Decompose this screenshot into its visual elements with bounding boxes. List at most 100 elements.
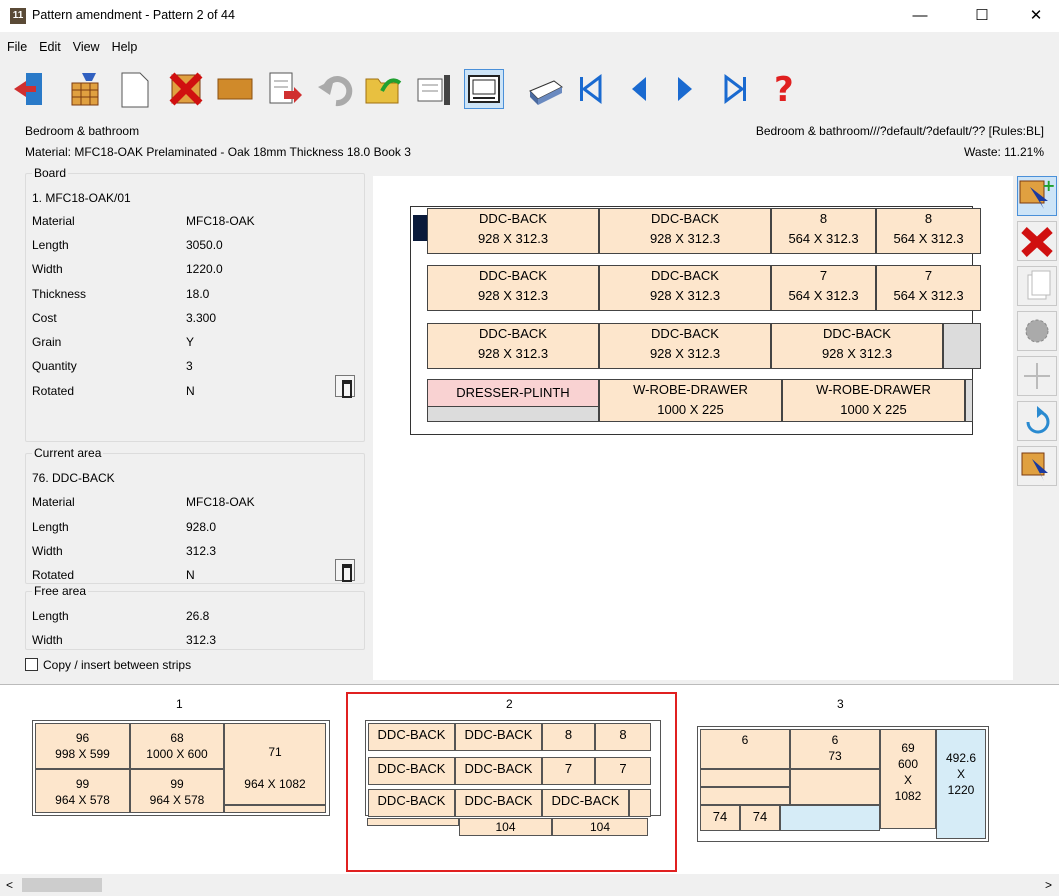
board-thickness-label: Thickness [32,287,87,301]
scroll-thumb[interactable] [22,878,102,892]
free-length-value: 26.8 [186,609,210,623]
menu-view[interactable]: View [73,40,100,54]
pattern-thumbnail-2[interactable]: DDC-BACK DDC-BACK 8 8 DDC-BACK DDC-BACK … [365,720,661,817]
thumb-part: DDC-BACK [368,789,455,817]
thumb-part: 7 [542,757,595,785]
menu-help[interactable]: Help [112,40,138,54]
last-icon[interactable] [716,69,756,109]
waste-label: Waste: 11.21% [963,145,1044,159]
svg-text:?: ? [774,70,794,109]
board-rotated-label: Rotated [32,384,75,398]
next-icon[interactable] [664,69,704,109]
rules-path: Bedroom & bathroom///?default/?default/?… [755,124,1044,138]
saw-icon[interactable] [1017,311,1057,351]
board-cost-label: Cost [32,311,57,325]
part-cell[interactable]: W-ROBE-DRAWER 1000 X 225 [599,379,782,422]
thumb-part [367,818,459,826]
board-rotate-button[interactable] [335,375,355,398]
delete-part-icon[interactable] [1017,221,1057,261]
delete-icon[interactable] [166,69,206,109]
thumb-part: 74 [700,805,740,831]
horizontal-scrollbar[interactable]: < > [0,874,1059,896]
thumb-part: DDC-BACK [455,757,542,785]
maximize-button[interactable]: ☐ [959,0,1005,32]
part-cell[interactable]: 7 564 X 312.3 [771,265,876,311]
layout-icon[interactable] [464,69,504,109]
board-layout: DDC-BACK 928 X 312.3 DDC-BACK 928 X 312.3 … [410,206,981,435]
part-cell[interactable]: DRESSER-PLINTH [427,379,599,407]
thumb-label-1: 1 [176,697,183,711]
copy-icon[interactable] [1017,266,1057,306]
part-cell[interactable]: 7 564 X 312.3 [876,265,981,311]
free-width-label: Width [32,633,63,647]
thumb-part: 104 [459,818,552,836]
thumb-part: 8 [595,723,651,751]
board-legend: Board [34,166,67,180]
board-edit-icon[interactable] [66,69,106,109]
add-part-icon[interactable]: + [1017,176,1057,216]
thumb-part: DDC-BACK [455,789,542,817]
thumb-part: 99 964 X 578 [130,769,224,813]
material-icon[interactable] [214,69,254,109]
thumb-waste [224,805,326,813]
print-icon[interactable] [524,69,564,109]
part-cell[interactable]: DDC-BACK 928 X 312.3 [427,265,599,311]
exit-icon[interactable] [12,69,52,109]
board-id: 1. MFC18-OAK/01 [32,191,131,205]
thumb-part: DDC-BACK [542,789,629,817]
previous-icon[interactable] [620,69,660,109]
part-cell[interactable]: DDC-BACK 928 X 312.3 [599,208,771,254]
current-length-value: 928.0 [186,520,217,534]
thumb-part: DDC-BACK [368,757,455,785]
current-rotated-label: Rotated [32,568,75,582]
import-icon[interactable] [264,69,304,109]
start-marker [413,215,427,241]
part-cell[interactable]: DDC-BACK 928 X 312.3 [427,208,599,254]
thumb-part [790,769,880,805]
thumb-label-3: 3 [837,697,844,711]
thumb-part: DDC-BACK [455,723,542,751]
board-grain-value: Y [186,335,195,349]
menu-edit[interactable]: Edit [39,40,61,54]
part-cell[interactable]: DDC-BACK 928 X 312.3 [599,265,771,311]
rotate-icon[interactable] [1017,401,1057,441]
app-icon: 11 [10,8,26,24]
part-cell[interactable]: W-ROBE-DRAWER 1000 X 225 [782,379,965,422]
project-name: Bedroom & bathroom [25,124,140,138]
copy-insert-checkbox[interactable] [25,658,38,671]
report-icon[interactable] [414,69,454,109]
pattern-thumbnail-1[interactable]: 96 998 X 599 68 1000 X 600 71 964 X 1082 99… [32,720,330,816]
first-icon[interactable] [570,69,610,109]
thumb-part: 69 600 X 1082 [880,729,936,829]
part-cell[interactable]: DDC-BACK 928 X 312.3 [771,323,943,369]
menu-file[interactable]: File [7,40,27,54]
minimize-button[interactable]: — [897,0,943,32]
part-cell[interactable]: 8 564 X 312.3 [876,208,981,254]
scroll-left-icon[interactable]: < [6,878,13,892]
part-cell[interactable]: DDC-BACK 928 X 312.3 [427,323,599,369]
thumb-part: 96 998 X 599 [35,723,130,769]
part-cell[interactable]: 8 564 X 312.3 [771,208,876,254]
material-info: Material: MFC18-OAK Prelaminated - Oak 1… [25,145,411,159]
scroll-right-icon[interactable]: > [1045,878,1052,892]
move-icon[interactable] [1017,356,1057,396]
pattern-thumbnail-3[interactable]: 6 6 73 69 600 X 1082 492.6 X 1220 74 74 [697,726,989,842]
current-material-value: MFC18-OAK [186,495,255,509]
board-rotated-value: N [186,384,195,398]
close-button[interactable]: ✕ [1013,0,1059,32]
undo-icon[interactable] [316,69,356,109]
free-length-label: Length [32,609,69,623]
current-rotate-button[interactable] [335,559,355,582]
current-legend: Current area [34,446,102,460]
pattern-canvas[interactable]: DDC-BACK 928 X 312.3 DDC-BACK 928 X 312.3 … [373,176,1013,680]
new-page-icon[interactable] [114,69,154,109]
thumb-part [700,787,790,805]
board-material-label: Material [32,214,75,228]
board-width-value: 1220.0 [186,262,223,276]
board-grain-label: Grain [32,335,62,349]
open-folder-icon[interactable] [364,69,404,109]
select-part-icon[interactable] [1017,446,1057,486]
help-icon[interactable]: ? [764,69,804,110]
part-cell[interactable]: DDC-BACK 928 X 312.3 [599,323,771,369]
board-length-label: Length [32,238,69,252]
